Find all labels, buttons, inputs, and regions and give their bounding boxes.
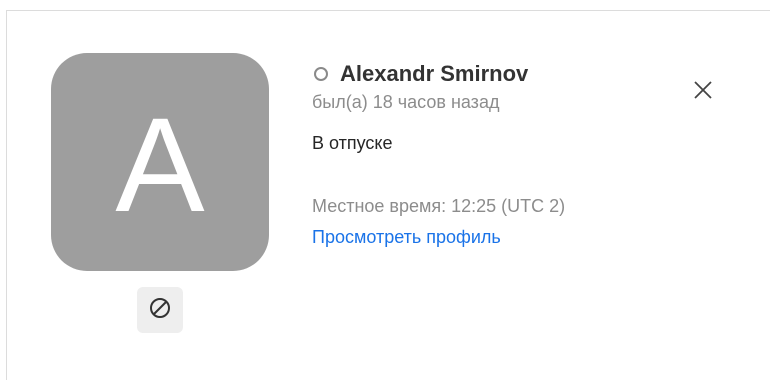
close-icon xyxy=(692,79,714,106)
close-button[interactable] xyxy=(688,77,718,107)
profile-card: A Alexandr Smirnov был(а) 18 часов назад… xyxy=(6,10,770,380)
status-message: В отпуске xyxy=(312,133,393,153)
block-user-button[interactable] xyxy=(137,287,183,333)
avatar-initial: A xyxy=(115,91,205,240)
view-profile-link[interactable]: Просмотреть профиль xyxy=(312,227,565,248)
avatar: A xyxy=(51,53,269,271)
name-row: Alexandr Smirnov xyxy=(312,59,565,89)
last-seen-text: был(а) 18 часов назад xyxy=(312,92,500,112)
profile-info: Alexandr Smirnov был(а) 18 часов назад В… xyxy=(312,59,565,248)
presence-ring-icon xyxy=(314,67,328,81)
user-name: Alexandr Smirnov xyxy=(340,61,529,86)
local-time: Местное время: 12:25 (UTC 2) xyxy=(312,196,566,216)
block-icon xyxy=(148,296,172,325)
